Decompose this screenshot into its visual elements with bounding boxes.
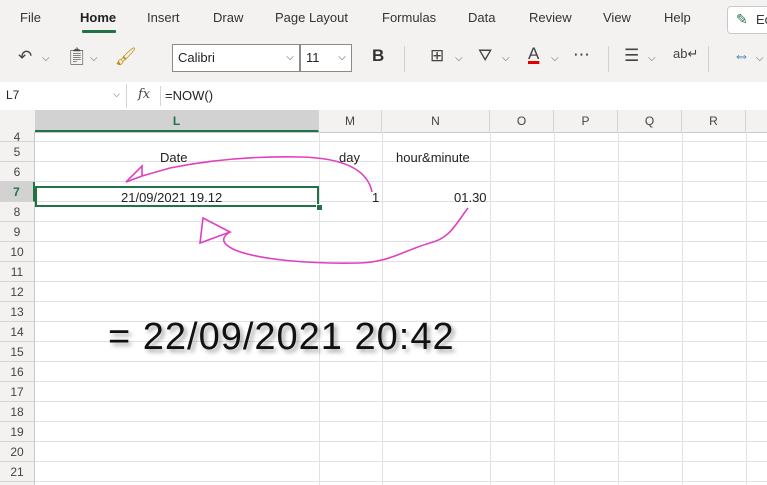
font-size-select[interactable]: 11 ⌵	[300, 44, 352, 72]
annotation-arrows	[125, 156, 469, 264]
name-box[interactable]: L7 ⌵	[0, 84, 127, 108]
menu-bar: File Home Insert Draw Page Layout Formul…	[0, 0, 767, 36]
ribbon-toolbar: ↶ ⌵ 📋︎ ⌵ 🖌︎ Calibri ⌵ 11 ⌵ B ⊞ ⌵ ⛛ ⌵ A ⌵…	[0, 36, 767, 83]
chevron-down-icon[interactable]: ⌵	[42, 53, 50, 64]
editing-mode-label: Ec	[756, 12, 767, 27]
name-box-value: L7	[6, 88, 20, 102]
bold-button[interactable]: B	[372, 46, 384, 66]
font-size-value: 11	[306, 50, 320, 65]
fill-color-icon[interactable]: ⛛	[478, 46, 492, 66]
chevron-down-icon[interactable]: ⌵	[90, 53, 98, 64]
borders-icon[interactable]: ⊞	[430, 46, 444, 66]
chevron-down-icon[interactable]: ⌵	[756, 53, 764, 64]
format-painter-icon[interactable]: 🖌︎	[115, 47, 137, 67]
result-annotation: = 22/09/2021 20:42	[108, 316, 455, 358]
formula-input[interactable]: =NOW()	[165, 88, 213, 103]
divider	[608, 46, 609, 72]
menu-data[interactable]: Data	[468, 10, 495, 25]
editing-mode-button[interactable]: ✎ Ec	[727, 6, 767, 34]
undo-icon[interactable]: ↶	[18, 47, 32, 67]
menu-help[interactable]: Help	[664, 10, 691, 25]
chevron-down-icon[interactable]: ⌵	[648, 53, 656, 64]
chevron-down-icon[interactable]: ⌵	[502, 53, 510, 64]
chevron-down-icon[interactable]: ⌵	[333, 45, 351, 71]
pencil-icon: ✎	[736, 11, 748, 27]
menu-home[interactable]: Home	[80, 10, 116, 25]
menu-insert[interactable]: Insert	[147, 10, 180, 25]
divider	[708, 46, 709, 72]
chevron-down-icon[interactable]: ⌵	[551, 53, 559, 64]
more-options-icon[interactable]: ⋯	[573, 45, 591, 65]
formula-bar: L7 ⌵ fx =NOW()	[0, 82, 767, 111]
menu-review[interactable]: Review	[529, 10, 572, 25]
arrow-time-to-date	[222, 207, 469, 264]
divider	[404, 46, 405, 72]
arrow-day-to-date	[141, 156, 373, 193]
function-icon[interactable]: fx	[138, 87, 150, 102]
chevron-down-icon[interactable]: ⌵	[281, 45, 299, 71]
font-name-select[interactable]: Calibri ⌵	[172, 44, 300, 72]
menu-file[interactable]: File	[20, 10, 41, 25]
arrow-head-top	[125, 164, 143, 183]
arrow-head-bottom	[199, 216, 232, 245]
chevron-down-icon[interactable]: ⌵	[455, 53, 463, 64]
menu-page-layout[interactable]: Page Layout	[275, 10, 348, 25]
menu-view[interactable]: View	[603, 10, 631, 25]
wrap-text-icon[interactable]: ab↵	[673, 46, 698, 62]
chevron-down-icon[interactable]: ⌵	[113, 89, 120, 100]
menu-draw[interactable]: Draw	[213, 10, 243, 25]
menu-formulas[interactable]: Formulas	[382, 10, 436, 25]
active-tab-indicator	[82, 30, 116, 33]
paste-icon[interactable]: 📋︎	[66, 47, 88, 67]
divider	[160, 86, 161, 106]
align-icon[interactable]: ☰	[624, 46, 639, 66]
spreadsheet-grid[interactable]: L M N O P Q R 4 5 6 7 8 9 10 11 12 13 14 15 16 17 18 19…	[0, 110, 767, 485]
font-name-value: Calibri	[178, 50, 215, 65]
merge-icon[interactable]: ⇔	[733, 46, 750, 66]
font-color-icon[interactable]: A	[528, 44, 539, 64]
